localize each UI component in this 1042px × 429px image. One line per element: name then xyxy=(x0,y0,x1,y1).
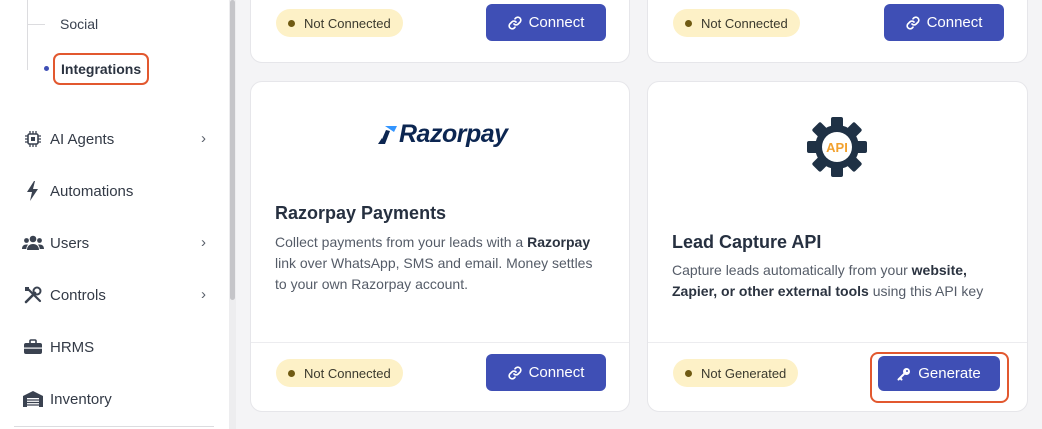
status-badge: Not Connected xyxy=(673,9,800,37)
sidebar-item-controls[interactable]: Controls › xyxy=(22,283,212,307)
integration-card-top-right: Not Connected Connect xyxy=(647,0,1028,63)
status-dot-icon xyxy=(685,19,692,27)
sidebar-item-hrms[interactable]: HRMS xyxy=(22,335,212,359)
card-description: Collect payments from your leads with a … xyxy=(275,234,593,292)
api-gear-icon: API xyxy=(806,116,868,183)
sidebar-item-label: Controls xyxy=(50,286,106,304)
button-label: Connect xyxy=(926,14,983,31)
sidebar-item-label: Inventory xyxy=(50,390,112,408)
chevron-right-icon: › xyxy=(201,286,206,303)
link-icon xyxy=(507,15,522,30)
status-badge-label: Not Connected xyxy=(701,15,788,31)
sidebar-item-ai-agents[interactable]: AI Agents › xyxy=(22,127,212,151)
status-badge: Not Generated xyxy=(673,359,799,387)
svg-text:API: API xyxy=(826,140,848,155)
sidebar-item-users[interactable]: Users › xyxy=(22,231,212,255)
sidebar-item-label: Automations xyxy=(50,182,134,200)
users-icon xyxy=(22,233,44,253)
chip-icon xyxy=(22,129,44,149)
chevron-right-icon: › xyxy=(201,130,206,147)
chevron-right-icon: › xyxy=(201,234,206,251)
link-icon xyxy=(507,365,522,380)
sidebar-subitem-integrations[interactable]: Integrations xyxy=(53,53,150,85)
tree-line xyxy=(27,0,28,70)
razorpay-logo: Razorpay xyxy=(377,120,508,149)
card-description: Capture leads automatically from your we… xyxy=(672,262,984,299)
status-dot-icon xyxy=(288,369,295,377)
briefcase-icon xyxy=(22,337,44,357)
sidebar-subitem-social[interactable]: Social xyxy=(60,16,98,32)
generate-button-highlight xyxy=(870,352,1009,403)
button-label: Connect xyxy=(528,364,585,381)
status-badge: Not Connected xyxy=(276,9,403,37)
integration-card-top-left: Not Connected Connect xyxy=(250,0,630,63)
status-badge-label: Not Connected xyxy=(304,15,391,31)
status-badge-label: Not Connected xyxy=(304,365,391,381)
status-badge: Not Connected xyxy=(276,359,403,387)
warehouse-icon xyxy=(22,389,44,409)
button-label: Connect xyxy=(528,14,585,31)
connect-button[interactable]: Connect xyxy=(884,4,1004,41)
connect-button[interactable]: Connect xyxy=(486,4,606,41)
tools-icon xyxy=(22,285,44,305)
card-footer: Not Connected Connect xyxy=(251,342,629,411)
tree-tick xyxy=(27,24,45,25)
sidebar-item-automations[interactable]: Automations xyxy=(22,179,212,203)
sidebar-item-label: Users xyxy=(50,234,90,252)
integration-card-razorpay: Razorpay Razorpay Payments Collect payme… xyxy=(250,81,630,412)
sidebar-scrollbar-thumb[interactable] xyxy=(230,0,235,300)
link-icon xyxy=(905,15,920,30)
card-title: Razorpay Payments xyxy=(275,203,447,223)
status-dot-icon xyxy=(685,369,692,377)
sidebar-item-label: HRMS xyxy=(50,338,95,356)
razorpay-logo-icon xyxy=(378,125,397,144)
active-dot-indicator xyxy=(44,66,49,71)
card-footer: Not Connected Connect xyxy=(648,0,1027,62)
status-badge-label: Not Generated xyxy=(701,365,787,381)
sidebar-item-inventory[interactable]: Inventory xyxy=(22,387,212,411)
sidebar-item-label: AI Agents xyxy=(50,130,115,148)
bolt-icon xyxy=(22,181,44,201)
status-dot-icon xyxy=(288,19,295,27)
sidebar: Social Integrations AI Agents › Automati… xyxy=(0,0,229,429)
connect-button[interactable]: Connect xyxy=(486,354,606,391)
divider xyxy=(14,426,214,427)
card-title: Lead Capture API xyxy=(672,232,822,252)
razorpay-logo-text: Razorpay xyxy=(399,120,508,148)
card-footer: Not Connected Connect xyxy=(251,0,629,62)
